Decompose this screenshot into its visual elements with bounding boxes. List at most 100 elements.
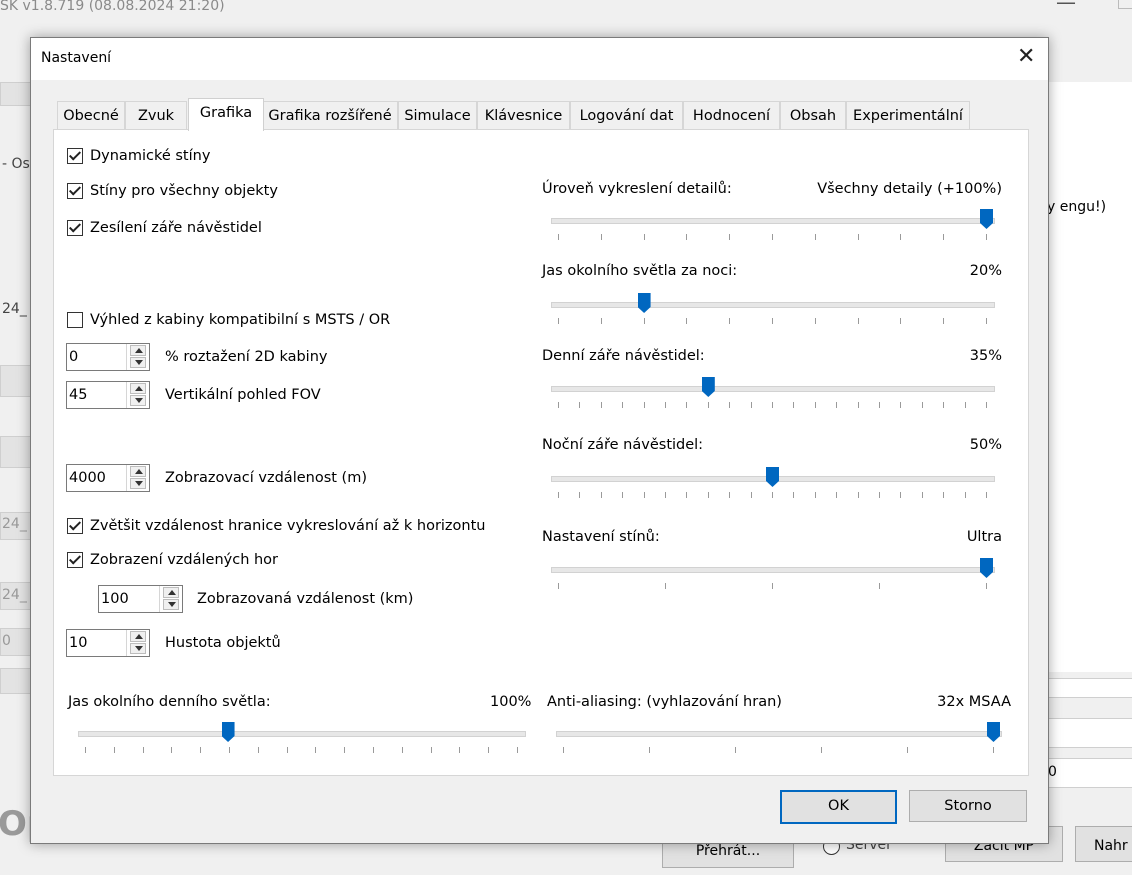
- tab-klavesnice[interactable]: Klávesnice: [477, 101, 570, 130]
- stepper-value[interactable]: 45: [69, 387, 87, 403]
- tab-obecne[interactable]: Obecné: [57, 101, 125, 130]
- slider-tick: [986, 492, 987, 498]
- tab-experimentalni[interactable]: Experimentální: [846, 101, 970, 130]
- slider-tick: [315, 747, 317, 753]
- stepper-value[interactable]: 100: [101, 591, 129, 607]
- antialiasing-label: Anti-aliasing: (vyhlazování hran): [547, 694, 782, 710]
- tab-simulace[interactable]: Simulace: [398, 101, 477, 130]
- slider-tick: [579, 492, 581, 498]
- checkbox-box[interactable]: [67, 312, 83, 328]
- slider-tick: [686, 318, 688, 324]
- slider-tick: [563, 747, 564, 753]
- slider-track[interactable]: [551, 386, 995, 392]
- stepper-up-icon[interactable]: [130, 631, 146, 642]
- checkbox-box[interactable]: [67, 552, 83, 568]
- tab-zvuk[interactable]: Zvuk: [125, 101, 187, 130]
- slider-tick: [943, 402, 945, 408]
- stepper-down-icon[interactable]: [163, 599, 179, 610]
- slider-tick: [430, 747, 432, 753]
- tab-panel-grafika: Dynamické stíny Stíny pro všechny objekt…: [53, 129, 1029, 776]
- stepper-value[interactable]: 0: [69, 349, 78, 365]
- slider-thumb[interactable]: [221, 722, 235, 742]
- slider-tick: [943, 318, 945, 324]
- fov-stepper[interactable]: 45: [66, 381, 150, 409]
- bg-panel-strip: [0, 365, 32, 397]
- shadows-all-checkbox[interactable]: Stíny pro všechny objekty: [67, 183, 278, 199]
- maximize-icon[interactable]: [1118, 0, 1132, 9]
- shadow-setting-value: Ultra: [966, 529, 1002, 545]
- ok-button[interactable]: OK: [780, 790, 897, 824]
- load-button[interactable]: Nahr: [1075, 826, 1132, 862]
- checkbox-box[interactable]: [67, 220, 83, 236]
- close-icon[interactable]: ✕: [1017, 44, 1035, 69]
- slider-tick: [229, 747, 230, 753]
- slider-tick: [579, 402, 581, 408]
- tab-grafika[interactable]: Grafika: [188, 98, 264, 131]
- slider-tick: [344, 747, 346, 753]
- slider-tick: [558, 583, 559, 589]
- slider-thumb[interactable]: [980, 209, 993, 229]
- stepper-down-icon[interactable]: [130, 643, 146, 654]
- slider-thumb[interactable]: [987, 722, 1000, 742]
- tab-hodnoceni[interactable]: Hodnocení: [683, 101, 780, 130]
- dynamic-shadows-checkbox[interactable]: Dynamické stíny: [67, 148, 210, 164]
- slider-tick: [857, 402, 859, 408]
- slider-tick: [600, 318, 602, 324]
- slider-track[interactable]: [551, 567, 995, 573]
- slider-thumb[interactable]: [637, 293, 651, 313]
- object-density-label: Hustota objektů: [165, 635, 281, 651]
- slider-thumb[interactable]: [766, 467, 779, 487]
- minimize-icon[interactable]: —: [1056, 0, 1076, 14]
- slider-tick: [622, 402, 624, 408]
- slider-thumb[interactable]: [980, 558, 993, 578]
- stepper-value[interactable]: 10: [69, 635, 87, 651]
- slider-tick: [814, 492, 816, 498]
- slider-tick: [986, 583, 987, 589]
- bg-field: [1047, 678, 1132, 698]
- slider-tick: [643, 402, 645, 408]
- stepper-down-icon[interactable]: [130, 357, 146, 368]
- stepper-up-icon[interactable]: [130, 466, 146, 477]
- slider-tick: [821, 747, 822, 753]
- stepper-up-icon[interactable]: [163, 587, 179, 598]
- stepper-down-icon[interactable]: [130, 478, 146, 489]
- slider-tick: [600, 402, 602, 408]
- bg-panel-strip: [0, 436, 32, 468]
- stepper-value[interactable]: 4000: [69, 470, 106, 486]
- slider-thumb[interactable]: [701, 377, 715, 397]
- tab-logovani-dat[interactable]: Logování dat: [570, 101, 683, 130]
- slider-tick: [707, 402, 709, 408]
- slider-tick: [665, 402, 666, 408]
- checkbox-box[interactable]: [67, 518, 83, 534]
- cancel-button[interactable]: Storno: [909, 790, 1027, 822]
- tab-grafika-rozsirene[interactable]: Grafika rozšířené: [262, 101, 398, 130]
- slider-tick: [836, 402, 838, 408]
- tab-obsah[interactable]: Obsah: [780, 101, 846, 130]
- slider-tick: [665, 492, 666, 498]
- slider-track[interactable]: [78, 731, 526, 737]
- extend-horizon-checkbox[interactable]: Zvětšit vzdálenost hranice vykreslování …: [67, 518, 485, 534]
- cab-view-checkbox[interactable]: Výhled z kabiny kompatibilní s MSTS / OR: [67, 312, 390, 328]
- slider-tick: [622, 492, 624, 498]
- object-density-stepper[interactable]: 10: [66, 629, 150, 657]
- slider-track[interactable]: [551, 218, 995, 224]
- mountain-distance-stepper[interactable]: 100: [98, 585, 183, 613]
- slider-tick: [686, 234, 688, 240]
- stepper-up-icon[interactable]: [130, 345, 146, 356]
- bg-right-fragment: y engu!): [1047, 199, 1107, 215]
- distant-mountains-checkbox[interactable]: Zobrazení vzdálených hor: [67, 552, 278, 568]
- slider-tick: [750, 402, 752, 408]
- checkbox-box[interactable]: [67, 148, 83, 164]
- slider-track[interactable]: [556, 731, 1002, 737]
- slider-tick: [257, 747, 259, 753]
- bg-panel-strip: [0, 82, 32, 106]
- cab-stretch-stepper[interactable]: 0: [66, 343, 150, 371]
- mountain-distance-label: Zobrazovaná vzdálenost (km): [197, 591, 414, 607]
- signal-glow-checkbox[interactable]: Zesílení záře návěstidel: [67, 220, 262, 236]
- stepper-up-icon[interactable]: [130, 383, 146, 394]
- slider-track[interactable]: [551, 302, 995, 308]
- slider-tick: [814, 318, 816, 324]
- stepper-down-icon[interactable]: [130, 395, 146, 406]
- view-distance-stepper[interactable]: 4000: [66, 464, 150, 492]
- checkbox-box[interactable]: [67, 183, 83, 199]
